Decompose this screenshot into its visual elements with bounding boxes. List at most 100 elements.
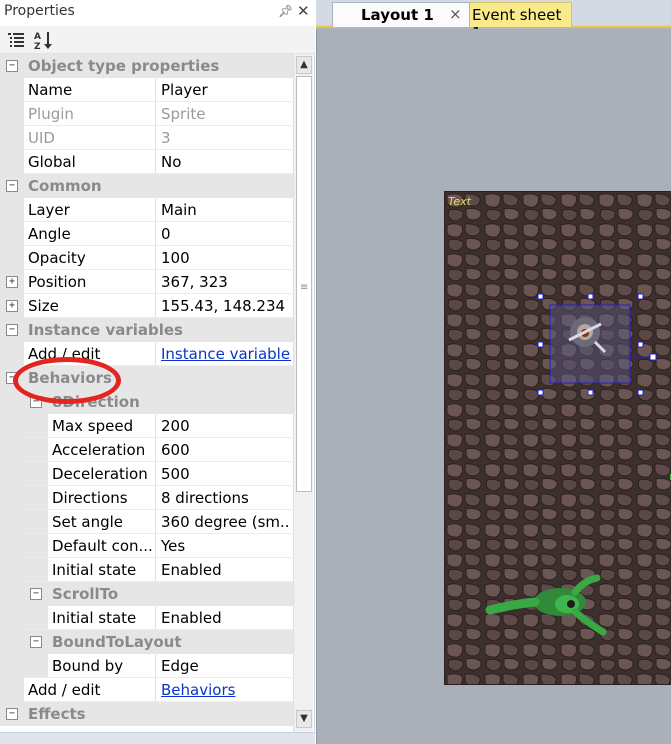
scroll-up-button[interactable]: ▲ [296, 56, 312, 74]
category-label: Object type properties [28, 57, 220, 75]
property-row[interactable]: Max speed 200 [0, 414, 293, 438]
column-divider [155, 222, 156, 246]
property-value[interactable]: 200 [161, 417, 291, 435]
property-row[interactable]: Add / edit Behaviors [0, 678, 293, 702]
row-gutter [0, 102, 24, 126]
property-row[interactable]: Opacity 100 [0, 246, 293, 270]
property-value[interactable]: Enabled [161, 561, 291, 579]
tab-event-sheet-1[interactable]: Event sheet 1 [454, 2, 572, 42]
properties-panel: Properties 📌︎ ✕ A Z − Object type proper… [0, 0, 315, 744]
row-gutter [24, 462, 48, 486]
property-name: Deceleration [52, 465, 148, 483]
property-row[interactable]: Set angle 360 degree (sm... [0, 510, 293, 534]
text-object[interactable]: Text [448, 195, 471, 208]
property-row[interactable]: Global No [0, 150, 293, 174]
scroll-thumb[interactable]: ≡ [296, 76, 312, 492]
subcategory-label: BoundToLayout [52, 633, 182, 651]
category-common[interactable]: − Common [0, 174, 293, 198]
category-effects[interactable]: − Effects [0, 702, 293, 726]
category-instance-variables[interactable]: − Instance variables [0, 318, 293, 342]
pin-icon[interactable]: 📌︎ [278, 4, 293, 18]
document-tab-bar: Event sheet 1 Layout 1 × [316, 0, 671, 42]
column-divider [155, 606, 156, 630]
row-gutter [24, 414, 48, 438]
property-value[interactable]: Sprite [161, 105, 291, 123]
property-value[interactable]: Enabled [161, 609, 291, 627]
categorized-icon[interactable] [5, 29, 27, 51]
property-row[interactable]: Angle 0 [0, 222, 293, 246]
svg-text:Z: Z [34, 42, 41, 51]
expand-icon[interactable]: + [6, 300, 18, 312]
collapse-icon[interactable]: − [30, 588, 42, 600]
row-gutter [0, 246, 24, 270]
close-icon[interactable]: ✕ [297, 2, 310, 20]
collapse-icon[interactable]: − [6, 60, 18, 72]
layout-area: Event sheet 1 Layout 1 × [316, 0, 671, 744]
property-value[interactable]: 155.43, 148.234 [161, 297, 291, 315]
collapse-icon[interactable]: − [6, 708, 18, 720]
property-row[interactable]: Acceleration 600 [0, 438, 293, 462]
layout-canvas[interactable]: Text [316, 29, 671, 744]
property-value[interactable]: 367, 323 [161, 273, 291, 291]
property-row[interactable]: Name Player [0, 78, 293, 102]
property-name: Bound by [52, 657, 124, 675]
property-value[interactable]: Yes [161, 537, 291, 555]
property-row[interactable]: Layer Main [0, 198, 293, 222]
property-value[interactable]: 600 [161, 441, 291, 459]
row-gutter [0, 198, 24, 222]
collapse-icon[interactable]: − [6, 180, 18, 192]
property-name: Acceleration [52, 441, 146, 459]
row-gutter [24, 510, 48, 534]
property-value[interactable]: No [161, 153, 291, 171]
column-divider [155, 438, 156, 462]
column-divider [155, 150, 156, 174]
property-link[interactable]: Instance variables [161, 345, 291, 363]
property-row[interactable]: Initial state Enabled [0, 606, 293, 630]
property-name: Set angle [52, 513, 124, 531]
category-label: Instance variables [28, 321, 183, 339]
property-value[interactable]: 100 [161, 249, 291, 267]
collapse-icon[interactable]: − [6, 324, 18, 336]
property-name: Size [28, 297, 59, 315]
property-name: Add / edit [28, 681, 101, 699]
column-divider [155, 102, 156, 126]
property-value[interactable]: 3 [161, 129, 291, 147]
property-value[interactable]: 0 [161, 225, 291, 243]
properties-title-bar: Properties 📌︎ ✕ [0, 0, 315, 26]
property-row[interactable]: Directions 8 directions [0, 486, 293, 510]
property-value[interactable]: Main [161, 201, 291, 219]
property-value[interactable]: 360 degree (sm... [161, 513, 291, 531]
subcategory-boundtolayout[interactable]: − BoundToLayout [0, 630, 293, 654]
property-row[interactable]: + Size 155.43, 148.234 [0, 294, 293, 318]
row-gutter [0, 414, 24, 438]
property-name: Plugin [28, 105, 74, 123]
property-row[interactable]: UID 3 [0, 126, 293, 150]
vertical-scrollbar[interactable]: ▲ ≡ ▼ [293, 54, 313, 732]
property-name: Directions [52, 489, 128, 507]
property-row[interactable]: Bound by Edge [0, 654, 293, 678]
column-divider [155, 534, 156, 558]
row-gutter [0, 558, 24, 582]
property-link[interactable]: Behaviors [161, 681, 291, 699]
subcategory-scrollto[interactable]: − ScrollTo [0, 582, 293, 606]
property-row[interactable]: Deceleration 500 [0, 462, 293, 486]
sort-alpha-icon[interactable]: A Z [33, 29, 55, 52]
property-row[interactable]: Plugin Sprite [0, 102, 293, 126]
column-divider [155, 342, 156, 366]
row-gutter [0, 486, 24, 510]
property-row[interactable]: Initial state Enabled [0, 558, 293, 582]
property-row[interactable]: + Position 367, 323 [0, 270, 293, 294]
category-object-type-properties[interactable]: − Object type properties [0, 54, 293, 78]
property-value[interactable]: Player [161, 81, 291, 99]
property-row[interactable]: Default con... Yes [0, 534, 293, 558]
scroll-down-button[interactable]: ▼ [296, 710, 312, 728]
layout-scene[interactable]: Text [444, 191, 671, 685]
expand-icon[interactable]: + [6, 276, 18, 288]
tab-close-icon[interactable]: × [449, 5, 462, 23]
collapse-icon[interactable]: − [30, 636, 42, 648]
property-value[interactable]: Edge [161, 657, 291, 675]
tab-layout-1[interactable]: Layout 1 × [332, 2, 470, 27]
property-value[interactable]: 500 [161, 465, 291, 483]
row-gutter [24, 534, 48, 558]
property-value[interactable]: 8 directions [161, 489, 291, 507]
